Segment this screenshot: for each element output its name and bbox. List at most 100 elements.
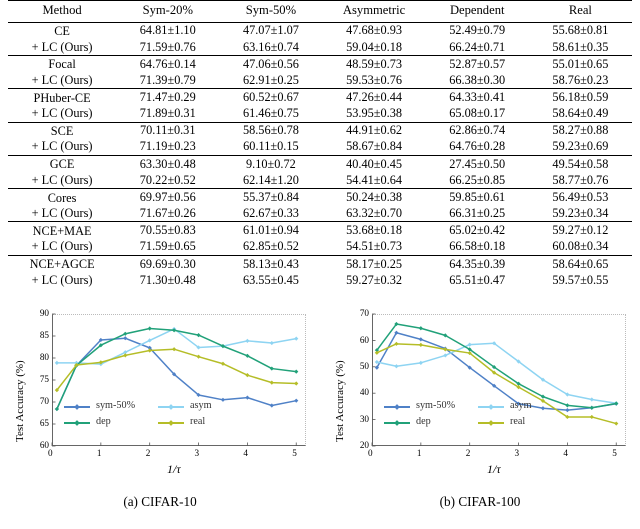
data-point bbox=[394, 364, 399, 369]
figure-cifar10: 0 1 2 3 4 5 60 65 70 75 80 85 90 Test Accuracy (%) 1/τ… bbox=[0, 304, 320, 490]
row-label-method: Focal bbox=[48, 57, 76, 72]
table-cell: 58.64±0.65 bbox=[552, 256, 609, 271]
row-label-method: CE bbox=[54, 24, 70, 39]
x-tick-label: 1 bbox=[96, 448, 102, 459]
table-cell: 59.53±0.76 bbox=[346, 72, 403, 87]
table-cell: 64.35±0.39 bbox=[449, 256, 506, 271]
table-head: Method Sym-20% Sym-50% Asymmetric Depend… bbox=[8, 0, 632, 23]
table-cell: 59.27±0.12 bbox=[552, 223, 609, 238]
series-line-asym bbox=[56, 328, 297, 366]
data-point bbox=[245, 395, 250, 400]
x-tick-label: 5 bbox=[292, 448, 297, 459]
table-cell: 55.37±0.84 bbox=[242, 189, 299, 204]
table-cell: 62.86±0.74 bbox=[449, 123, 506, 138]
caption-cifar100: (b) CIFAR-100 bbox=[439, 494, 521, 510]
table-row: Focal 64.76±0.14 47.06±0.56 48.59±0.73 52.87… bbox=[8, 55, 632, 72]
row-label-method: SCE bbox=[50, 124, 74, 139]
figure-captions: (a) CIFAR-10 (b) CIFAR-100 bbox=[0, 490, 640, 516]
table-cell: 27.45±0.50 bbox=[449, 156, 506, 171]
table-cell: 71.30±0.48 bbox=[139, 272, 196, 287]
row-label-method: PHuber-CE bbox=[33, 90, 91, 105]
row-label-method: Cores bbox=[47, 190, 77, 205]
x-tick-label: 2 bbox=[145, 448, 151, 459]
table-row: + LC (Ours) 71.30±0.48 63.55±0.45 59.27±0.3… bbox=[8, 273, 632, 288]
row-label-method: NCE+MAE bbox=[32, 223, 92, 238]
y-tick-label: 80 bbox=[39, 352, 49, 363]
table-cell: 70.55±0.83 bbox=[139, 223, 196, 238]
table-row: NCE+AGCE 69.69±0.30 58.13±0.43 58.17±0.25 64… bbox=[8, 255, 632, 272]
data-point bbox=[418, 343, 423, 348]
table-cell: 63.55±0.45 bbox=[242, 272, 299, 287]
y-tick-label: 90 bbox=[39, 308, 49, 319]
legend-label-real: real bbox=[510, 416, 526, 428]
table-cell: 60.08±0.34 bbox=[552, 239, 609, 254]
x-tick-label: 1 bbox=[416, 448, 422, 459]
table-cell: 49.54±0.58 bbox=[552, 156, 609, 171]
table-cell: 59.04±0.18 bbox=[346, 39, 403, 54]
table-cell: 58.64±0.49 bbox=[552, 106, 609, 121]
table-cell: 66.25±0.85 bbox=[449, 172, 506, 187]
table-row: GCE 63.30±0.48 9.10±0.72 40.40±0.45 27.45±0.… bbox=[8, 155, 632, 172]
row-label-ours: + LC (Ours) bbox=[31, 172, 93, 187]
x-tick-label: 5 bbox=[612, 448, 617, 459]
table-cell: 60.52±0.67 bbox=[242, 90, 299, 105]
table-cell: 71.67±0.26 bbox=[139, 206, 196, 221]
data-point bbox=[294, 369, 299, 375]
table-row: SCE 70.11±0.31 58.56±0.78 44.91±0.62 62.86±0… bbox=[8, 122, 632, 139]
table-cell: 63.30±0.48 bbox=[139, 156, 196, 171]
table-cell: 48.59±0.73 bbox=[346, 56, 403, 71]
data-point bbox=[614, 401, 619, 406]
table-cell: 69.97±0.56 bbox=[139, 189, 196, 204]
table-cell: 66.58±0.18 bbox=[449, 239, 506, 254]
table-cell: 71.89±0.31 bbox=[139, 106, 196, 121]
y-tick-label: 40 bbox=[359, 387, 369, 398]
y-tick-label: 75 bbox=[39, 374, 49, 385]
row-label-ours: + LC (Ours) bbox=[31, 39, 93, 54]
table-cell: 59.23±0.34 bbox=[552, 206, 609, 221]
table-cell: 47.07±1.07 bbox=[242, 23, 299, 38]
x-tick-label: 3 bbox=[514, 448, 520, 459]
table-cell: 66.38±0.30 bbox=[449, 72, 506, 87]
legend-label-asym: asym bbox=[510, 400, 532, 412]
table-row: + LC (Ours) 71.67±0.26 62.67±0.33 63.32±0.7… bbox=[8, 206, 632, 222]
table-cell: 53.95±0.38 bbox=[346, 106, 403, 121]
data-point bbox=[589, 397, 594, 402]
data-point bbox=[172, 347, 177, 352]
table-cell: 62.85±0.52 bbox=[242, 239, 299, 254]
results-table-container: Method Sym-20% Sym-50% Asymmetric Depend… bbox=[0, 0, 640, 290]
table-cell: 62.91±0.25 bbox=[242, 72, 299, 87]
table-cell: 65.51±0.47 bbox=[449, 272, 506, 287]
table-cell: 66.24±0.71 bbox=[449, 39, 506, 54]
table-row: + LC (Ours) 71.59±0.76 63.16±0.74 59.04±0.1… bbox=[8, 39, 632, 55]
y-axis-title: Test Accuracy (%) bbox=[334, 360, 346, 443]
table-cell: 62.14±1.20 bbox=[242, 172, 299, 187]
table-cell: 61.01±0.94 bbox=[242, 223, 299, 238]
table-cell: 69.69±0.30 bbox=[139, 256, 196, 271]
series-line-dep bbox=[56, 328, 297, 410]
caption-cifar10: (a) CIFAR-10 bbox=[123, 494, 197, 510]
data-point bbox=[245, 339, 250, 344]
figure-cifar100: 0 1 2 3 4 5 20 30 40 50 60 70 Test Accuracy (%) 1/τ sy… bbox=[320, 304, 640, 490]
data-point bbox=[418, 326, 423, 331]
data-point bbox=[220, 397, 226, 403]
data-point bbox=[294, 336, 299, 342]
table-cell: 58.61±0.35 bbox=[552, 39, 609, 54]
table-row: + LC (Ours) 71.19±0.23 60.11±0.15 58.67±0.8… bbox=[8, 139, 632, 155]
data-point bbox=[565, 403, 570, 408]
table-cell: 63.32±0.70 bbox=[346, 206, 403, 221]
table-cell: 59.85±0.61 bbox=[449, 189, 506, 204]
legend-label-sym-50-: sym-50% bbox=[416, 400, 456, 412]
table-cell: 59.27±0.32 bbox=[346, 272, 403, 287]
table-cell: 56.49±0.53 bbox=[552, 189, 609, 204]
table-cell: 58.56±0.78 bbox=[242, 123, 299, 138]
x-tick-label: 4 bbox=[243, 448, 248, 459]
y-tick-label: 30 bbox=[359, 413, 369, 424]
column-header-method: Method bbox=[8, 0, 117, 23]
y-tick-label: 65 bbox=[39, 418, 49, 429]
data-point bbox=[467, 342, 472, 348]
row-label-ours: + LC (Ours) bbox=[31, 272, 93, 287]
table-cell: 71.19±0.23 bbox=[139, 139, 196, 154]
table-cell: 47.68±0.93 bbox=[346, 23, 403, 38]
row-label-method: NCE+AGCE bbox=[29, 257, 95, 272]
table-cell: 64.33±0.41 bbox=[449, 90, 506, 105]
